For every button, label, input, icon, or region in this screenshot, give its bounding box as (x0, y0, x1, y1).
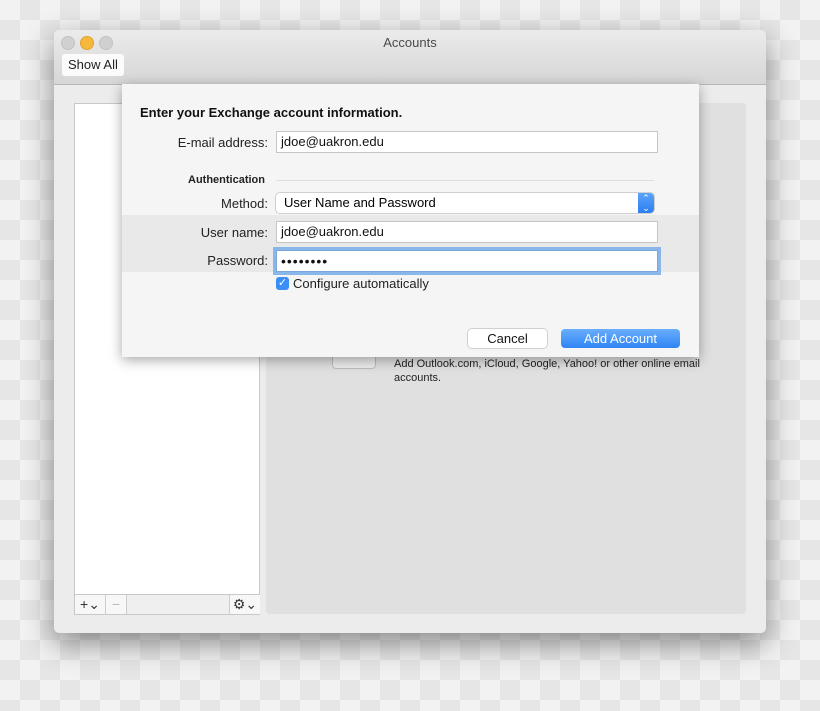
add-account-menu-button[interactable]: +⌄ (75, 595, 106, 614)
title-bar: Accounts Show All (54, 30, 766, 85)
password-field[interactable]: •••••••• (276, 250, 658, 272)
remove-account-button[interactable]: − (106, 595, 127, 614)
other-email-description: Add Outlook.com, iCloud, Google, Yahoo! … (394, 358, 700, 384)
show-all-button[interactable]: Show All (62, 54, 124, 76)
cancel-button[interactable]: Cancel (468, 329, 547, 348)
username-label: User name: (200, 225, 268, 240)
configure-automatically-checkbox[interactable]: ✓ (276, 277, 289, 290)
authentication-header: Authentication (188, 174, 265, 186)
chevron-up-down-icon: ⌃ ⌄ (638, 193, 654, 213)
username-field[interactable]: jdoe@uakron.edu (276, 221, 658, 243)
method-label: Method: (221, 196, 268, 211)
add-account-button[interactable]: Add Account (561, 329, 680, 348)
accounts-list-toolbar: +⌄ − ⚙⌄ (74, 594, 260, 615)
configure-automatically-label[interactable]: Configure automatically (293, 276, 429, 291)
exchange-account-sheet: Enter your Exchange account information.… (122, 84, 699, 357)
method-select[interactable]: User Name and Password ⌃ ⌄ (276, 193, 654, 213)
gear-menu-button[interactable]: ⚙⌄ (229, 595, 260, 614)
divider (276, 180, 654, 181)
password-label: Password: (207, 253, 268, 268)
sheet-title: Enter your Exchange account information. (140, 105, 403, 120)
email-label: E-mail address: (177, 135, 268, 150)
email-field[interactable]: jdoe@uakron.edu (276, 131, 658, 153)
window-title: Accounts (383, 35, 437, 50)
method-value: User Name and Password (284, 195, 436, 210)
